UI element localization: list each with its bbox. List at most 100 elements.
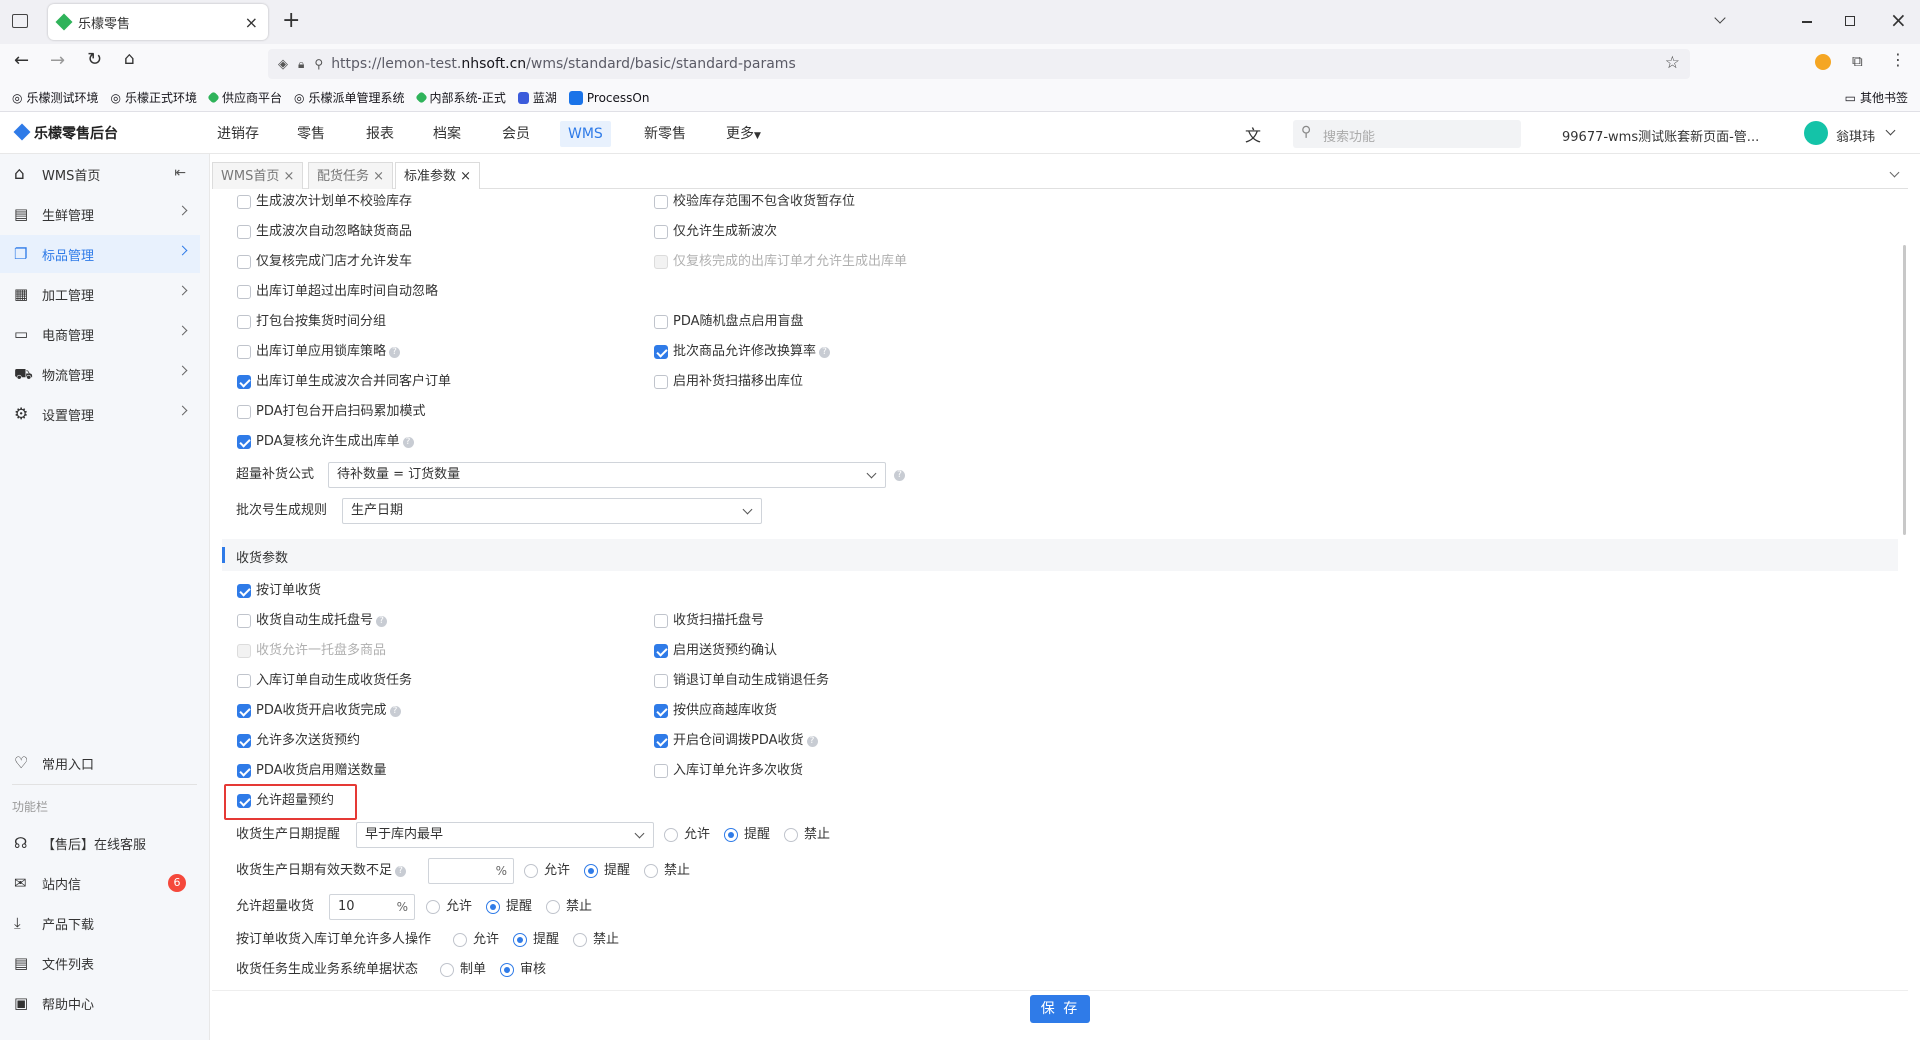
bookmark-item[interactable]: ProcessOn: [568, 90, 649, 105]
checkbox[interactable]: [654, 315, 668, 329]
back-icon[interactable]: ←: [14, 50, 29, 71]
scrollbar-thumb[interactable]: [1903, 245, 1906, 535]
func-help[interactable]: ▣ 帮助中心: [0, 984, 200, 1022]
valid-days-input[interactable]: %: [428, 858, 514, 884]
tabs-dropdown-icon[interactable]: [1889, 167, 1900, 178]
checkbox[interactable]: [237, 195, 251, 209]
close-tab-icon[interactable]: ×: [245, 13, 258, 32]
common-entry[interactable]: ♡ 常用入口: [0, 744, 200, 782]
account-switcher[interactable]: 99677-wms测试账套新页面-管...: [1562, 126, 1759, 145]
tab-list-icon[interactable]: [12, 14, 28, 28]
checkbox[interactable]: [237, 225, 251, 239]
nav-jinxiaocun[interactable]: 进销存: [209, 121, 267, 147]
checkbox[interactable]: [237, 704, 251, 718]
forward-icon[interactable]: →: [50, 50, 65, 71]
checkbox[interactable]: [237, 614, 251, 628]
checkbox[interactable]: [237, 435, 251, 449]
func-online-service[interactable]: ☊ 【售后】在线客服: [0, 824, 200, 862]
nav-member[interactable]: 会员: [494, 121, 538, 147]
radio-allow[interactable]: [426, 900, 440, 914]
bookmark-item[interactable]: 蓝湖: [517, 89, 557, 106]
bookmark-item[interactable]: ◎ 乐檬派单管理系统: [294, 89, 405, 106]
bookmark-star-icon[interactable]: ☆: [1665, 53, 1680, 73]
func-file-list[interactable]: ▤ 文件列表: [0, 944, 200, 982]
radio-forbid[interactable]: [644, 864, 658, 878]
address-bar[interactable]: ◈ 🔒︎ ⚲ https://lemon-test.nhsoft.cn/wms/…: [268, 49, 1690, 79]
minimize-icon[interactable]: [1802, 21, 1812, 23]
checkbox[interactable]: [237, 734, 251, 748]
radio-forbid[interactable]: [573, 933, 587, 947]
nav-new-retail[interactable]: 新零售: [636, 121, 694, 147]
collapse-sidebar-icon[interactable]: ⇤: [174, 165, 186, 181]
menu-icon[interactable]: ⋮: [1890, 50, 1906, 69]
checkbox[interactable]: [237, 375, 251, 389]
checkbox[interactable]: [654, 375, 668, 389]
nav-retail[interactable]: 零售: [289, 121, 333, 147]
other-bookmarks[interactable]: ▭ 其他书签: [1845, 89, 1908, 106]
func-messages[interactable]: ✉ 站内信 6: [0, 864, 200, 902]
checkbox[interactable]: [654, 614, 668, 628]
checkbox[interactable]: [654, 674, 668, 688]
tab-allocation-task[interactable]: 配货任务 ×: [308, 162, 394, 189]
restore-icon[interactable]: [1845, 16, 1855, 26]
bookmark-item[interactable]: 供应商平台: [207, 89, 282, 106]
radio-allow[interactable]: [524, 864, 538, 878]
radio-forbid[interactable]: [546, 900, 560, 914]
close-icon[interactable]: ×: [460, 169, 471, 184]
batch-rule-select[interactable]: 生产日期: [342, 498, 762, 524]
close-window-icon[interactable]: ×: [1890, 8, 1907, 32]
sidebar-item-standard[interactable]: ❐ 标品管理: [0, 235, 200, 273]
help-icon[interactable]: ?: [806, 736, 818, 747]
close-icon[interactable]: ×: [373, 169, 384, 184]
nav-wms[interactable]: WMS: [560, 121, 611, 147]
checkbox[interactable]: [654, 195, 668, 209]
help-icon[interactable]: ?: [389, 347, 401, 358]
sidebar-item-fresh[interactable]: ▤ 生鲜管理: [0, 195, 200, 233]
sidebar-item-processing[interactable]: ▦ 加工管理: [0, 275, 200, 313]
prod-date-select[interactable]: 早于库内最早: [356, 822, 654, 848]
checkbox[interactable]: [237, 255, 251, 269]
radio-draft[interactable]: [440, 963, 454, 977]
translate-icon[interactable]: 文: [1245, 122, 1261, 146]
checkbox[interactable]: [237, 405, 251, 419]
radio-forbid[interactable]: [784, 828, 798, 842]
user-name[interactable]: 翁琪玮: [1836, 126, 1875, 145]
checkbox[interactable]: [237, 584, 251, 598]
checkbox[interactable]: [237, 674, 251, 688]
nav-archive[interactable]: 档案: [425, 121, 469, 147]
radio-remind[interactable]: [584, 864, 598, 878]
close-icon[interactable]: ×: [283, 169, 294, 184]
bookmark-item[interactable]: ◎ 乐檬正式环境: [111, 89, 198, 106]
sidebar-item-logistics[interactable]: ⛟ 物流管理: [0, 355, 200, 393]
radio-remind[interactable]: [513, 933, 527, 947]
radio-remind[interactable]: [486, 900, 500, 914]
checkbox[interactable]: [237, 794, 251, 808]
checkbox[interactable]: [237, 345, 251, 359]
checkbox[interactable]: [654, 345, 668, 359]
bookmark-item[interactable]: ◎ 乐檬测试环境: [12, 89, 99, 106]
help-icon[interactable]: ?: [395, 866, 407, 877]
nav-more[interactable]: 更多▼: [718, 121, 769, 147]
save-button[interactable]: 保 存: [1030, 995, 1090, 1023]
browser-tab[interactable]: 乐檬零售 ×: [48, 4, 268, 40]
nav-report[interactable]: 报表: [358, 121, 402, 147]
sidebar-item-ecommerce[interactable]: ▭ 电商管理: [0, 315, 200, 353]
avatar[interactable]: [1804, 121, 1828, 145]
checkbox[interactable]: [654, 734, 668, 748]
sidebar-item-settings[interactable]: ⚙ 设置管理: [0, 395, 200, 433]
overfill-formula-select[interactable]: 待补数量 = 订货数量: [328, 462, 886, 488]
reload-icon[interactable]: ↻: [87, 49, 102, 70]
home-icon[interactable]: ⌂: [124, 49, 135, 69]
func-download[interactable]: ⤓ 产品下载: [0, 904, 200, 942]
radio-audit[interactable]: [500, 963, 514, 977]
checkbox[interactable]: [654, 225, 668, 239]
help-icon[interactable]: ?: [819, 347, 831, 358]
help-icon[interactable]: ?: [894, 470, 905, 481]
checkbox[interactable]: [237, 315, 251, 329]
bookmark-item[interactable]: 内部系统-正式: [414, 89, 506, 106]
tab-standard-params[interactable]: 标准参数 ×: [395, 162, 481, 189]
tab-wms-home[interactable]: WMS首页 ×: [212, 162, 304, 189]
radio-remind[interactable]: [724, 828, 738, 842]
checkbox[interactable]: [654, 644, 668, 658]
tab-dropdown-icon[interactable]: [1714, 12, 1726, 24]
